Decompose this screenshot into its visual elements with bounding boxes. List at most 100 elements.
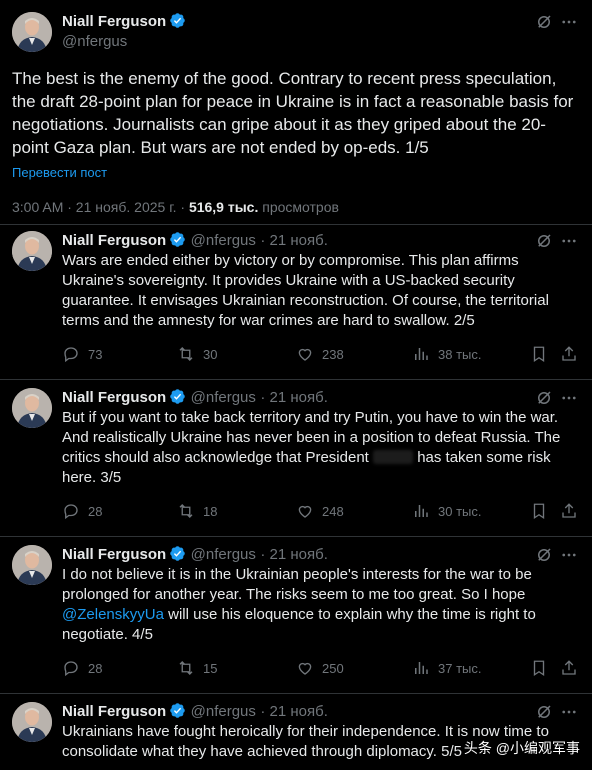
grok-icon[interactable] <box>535 546 553 564</box>
reply-header: Niall Ferguson @nfergus · 21 нояб. <box>62 545 328 565</box>
grok-icon[interactable] <box>535 389 553 407</box>
like-button[interactable]: 238 <box>296 345 344 363</box>
verified-badge-icon <box>170 546 185 561</box>
share-icon[interactable] <box>560 659 578 677</box>
tweet-date[interactable]: · 21 нояб. <box>260 232 328 249</box>
repost-button[interactable]: 15 <box>177 659 217 677</box>
avatar[interactable] <box>12 702 52 742</box>
grok-icon[interactable] <box>535 703 553 721</box>
views-label: просмотров <box>262 199 339 215</box>
repost-count: 18 <box>203 503 218 519</box>
author-name[interactable]: Niall Ferguson <box>62 389 166 406</box>
tweet-text: Wars are ended either by victory or by c… <box>62 252 549 329</box>
repost-icon <box>179 504 193 518</box>
avatar[interactable] <box>12 388 52 428</box>
divider <box>0 536 592 537</box>
views-count: 37 тыс. <box>438 660 482 676</box>
tweet-text: I do not believe it is in the Ukrainian … <box>62 565 577 645</box>
avatar[interactable] <box>12 545 52 585</box>
like-button[interactable]: 248 <box>296 502 344 520</box>
reply-count: 73 <box>88 346 103 362</box>
tweet-date[interactable]: · 21 нояб. <box>260 389 328 406</box>
tweet-text-part: I do not believe it is in the Ukrainian … <box>62 566 532 603</box>
author-name[interactable]: Niall Ferguson <box>62 703 166 720</box>
action-bar: 28 18 248 30 тыс. <box>62 502 582 522</box>
mention-link[interactable]: @ZelenskyyUa <box>62 606 164 623</box>
bookmark-icon[interactable] <box>530 345 548 363</box>
heart-icon <box>298 662 312 675</box>
redacted-blur <box>373 450 414 464</box>
divider <box>0 224 592 225</box>
repost-icon <box>179 661 193 675</box>
translate-link[interactable]: Перевести пост <box>12 165 107 180</box>
tweet-date[interactable]: · 21 нояб. <box>260 703 328 720</box>
reply-icon <box>64 661 78 677</box>
like-button[interactable]: 250 <box>296 659 344 677</box>
bookmark-icon[interactable] <box>530 659 548 677</box>
reply-header: Niall Ferguson @nfergus · 21 нояб. <box>62 231 328 251</box>
more-options-icon[interactable] <box>560 546 578 564</box>
tweet-meta: 3:00 AM · 21 нояб. 2025 г. · 516,9 тыс. … <box>12 199 339 215</box>
views-chart-icon <box>415 662 428 674</box>
more-options-icon[interactable] <box>560 703 578 721</box>
reply-button[interactable]: 73 <box>62 345 102 363</box>
avatar[interactable] <box>12 12 52 52</box>
author-name-row[interactable]: Niall Ferguson <box>62 12 186 31</box>
tweet-timestamp[interactable]: 3:00 AM · 21 нояб. 2025 г. · <box>12 199 185 215</box>
repost-button[interactable]: 30 <box>177 345 217 363</box>
reply-count: 28 <box>88 503 103 519</box>
watermark: 头条 @小编观军事 <box>463 740 580 756</box>
author-handle[interactable]: @nfergus <box>62 33 127 50</box>
author-handle[interactable]: @nfergus <box>191 232 256 249</box>
heart-icon <box>298 505 312 518</box>
grok-icon[interactable] <box>535 13 553 31</box>
verified-badge-icon <box>170 389 185 404</box>
views-button[interactable]: 38 тыс. <box>412 345 481 363</box>
views-button[interactable]: 37 тыс. <box>412 659 481 677</box>
author-name[interactable]: Niall Ferguson <box>62 232 166 249</box>
tweet-text: But if you want to take back territory a… <box>62 408 577 488</box>
tweet-text: The best is the enemy of the good. Contr… <box>12 69 574 157</box>
verified-badge-icon <box>170 232 185 247</box>
repost-count: 15 <box>203 660 218 676</box>
reply-header: Niall Ferguson @nfergus · 21 нояб. <box>62 702 328 722</box>
action-bar: 73 30 238 38 тыс. <box>62 345 582 365</box>
author-name[interactable]: Niall Ferguson <box>62 546 166 563</box>
grok-icon[interactable] <box>535 232 553 250</box>
author-handle[interactable]: @nfergus <box>191 389 256 406</box>
views-count: 516,9 тыс. <box>188 199 259 215</box>
views-button[interactable]: 30 тыс. <box>412 502 481 520</box>
more-options-icon[interactable] <box>560 13 578 31</box>
action-bar: 28 15 250 37 тыс. <box>62 659 582 679</box>
verified-badge-icon <box>170 703 185 718</box>
bookmark-icon[interactable] <box>530 502 548 520</box>
reply-button[interactable]: 28 <box>62 659 102 677</box>
like-count: 250 <box>322 660 344 676</box>
like-count: 248 <box>322 503 344 519</box>
views-count: 30 тыс. <box>438 503 482 519</box>
reply-header: Niall Ferguson @nfergus · 21 нояб. <box>62 388 328 408</box>
verified-badge-icon <box>170 13 185 28</box>
tweet-date[interactable]: · 21 нояб. <box>260 546 328 563</box>
like-count: 238 <box>322 346 344 362</box>
divider <box>0 693 592 694</box>
divider <box>0 379 592 380</box>
heart-icon <box>298 348 312 361</box>
reply-icon <box>64 347 78 363</box>
author-handle[interactable]: @nfergus <box>191 546 256 563</box>
share-icon[interactable] <box>560 345 578 363</box>
more-options-icon[interactable] <box>560 389 578 407</box>
repost-button[interactable]: 18 <box>177 502 217 520</box>
avatar[interactable] <box>12 231 52 271</box>
reply-button[interactable]: 28 <box>62 502 102 520</box>
repost-count: 30 <box>203 346 218 362</box>
more-options-icon[interactable] <box>560 232 578 250</box>
repost-icon <box>179 347 193 361</box>
views-count: 38 тыс. <box>438 346 482 362</box>
share-icon[interactable] <box>560 502 578 520</box>
reply-count: 28 <box>88 660 103 676</box>
author-handle[interactable]: @nfergus <box>191 703 256 720</box>
reply-icon <box>64 504 78 520</box>
author-name[interactable]: Niall Ferguson <box>62 13 166 30</box>
views-chart-icon <box>415 348 428 360</box>
